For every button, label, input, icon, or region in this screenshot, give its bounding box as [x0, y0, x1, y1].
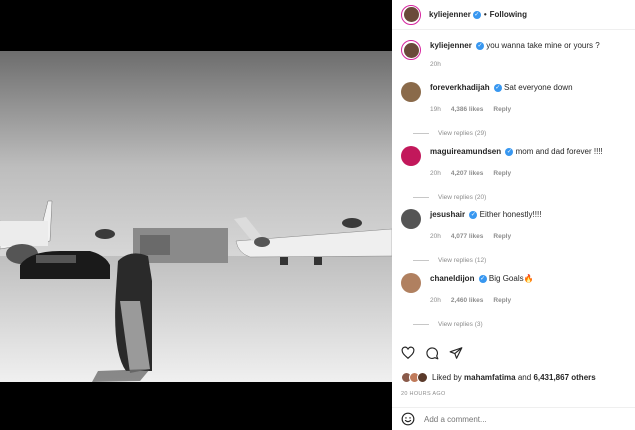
likes-summary: Liked by mahamfatima and 6,431,867 other… — [401, 372, 596, 383]
caption: kyliejenner ✓ you wanna take mine or you… — [401, 40, 629, 70]
verified-icon: ✓ — [472, 10, 481, 19]
commenter-avatar[interactable] — [401, 209, 421, 229]
view-replies-button[interactable]: View replies (29) — [413, 130, 629, 137]
comment-meta: 19h 4,386 likes Reply — [430, 104, 573, 115]
verified-icon: ✓ — [478, 274, 487, 283]
replies-divider — [413, 260, 429, 261]
post-modal: kyliejenner ✓ • Following kyliejenner ✓ … — [0, 0, 635, 430]
comment-likes[interactable]: 2,460 likes — [451, 295, 484, 306]
caption-time[interactable]: 20h — [430, 59, 441, 70]
separator-dot: • — [483, 10, 487, 19]
likes-count[interactable]: 6,431,867 others — [533, 373, 595, 382]
avatar-image — [403, 42, 419, 58]
comment-likes[interactable]: 4,207 likes — [451, 168, 484, 179]
add-comment-bar — [392, 407, 635, 430]
post-image — [0, 51, 392, 382]
post-photo[interactable] — [0, 51, 392, 382]
commenter-avatar[interactable] — [401, 82, 421, 102]
comment-text: Either honestly!!!! — [479, 210, 542, 219]
commenter-username[interactable]: chaneldijon — [430, 274, 474, 283]
comment-time[interactable]: 20h — [430, 295, 441, 306]
view-replies-label: View replies (20) — [438, 194, 487, 201]
replies-divider — [413, 324, 429, 325]
view-replies-button[interactable]: View replies (3) — [413, 321, 629, 328]
comment-meta: 20h 4,207 likes Reply — [430, 168, 603, 179]
post-media — [0, 0, 392, 430]
liker-avatar — [417, 372, 428, 383]
replies-divider — [413, 133, 429, 134]
commenter-avatar[interactable] — [401, 146, 421, 166]
comment-meta: 20h 4,077 likes Reply — [430, 231, 541, 242]
comment-time[interactable]: 20h — [430, 231, 441, 242]
comments-list[interactable]: kyliejenner ✓ you wanna take mine or you… — [392, 30, 635, 340]
comment-likes[interactable]: 4,386 likes — [451, 104, 484, 115]
verified-icon: ✓ — [493, 83, 502, 92]
liker-username[interactable]: mahamfatima — [464, 373, 516, 382]
emoji-icon[interactable] — [401, 412, 415, 426]
comment-item: maguireamundsen ✓ mom and dad forever !!… — [401, 146, 629, 201]
reply-button[interactable]: Reply — [493, 168, 511, 179]
comment-text: Big Goals🔥 — [488, 274, 534, 283]
comment-icon[interactable] — [425, 346, 439, 360]
comment-time[interactable]: 20h — [430, 168, 441, 179]
share-icon[interactable] — [449, 346, 463, 360]
replies-divider — [413, 197, 429, 198]
view-replies-button[interactable]: View replies (12) — [413, 257, 629, 264]
comment-likes[interactable]: 4,077 likes — [451, 231, 484, 242]
commenter-username[interactable]: jesushair — [430, 210, 465, 219]
liked-by-prefix: Liked by — [432, 373, 462, 382]
comment-text: Sat everyone down — [504, 83, 573, 92]
comment-item: chaneldijon ✓ Big Goals🔥 20h 2,460 likes… — [401, 273, 629, 328]
header-user: kyliejenner ✓ • Following — [429, 10, 527, 19]
caption-avatar[interactable] — [401, 40, 421, 60]
following-button[interactable]: Following — [490, 10, 527, 19]
commenter-username[interactable]: foreverkhadijah — [430, 83, 490, 92]
reply-button[interactable]: Reply — [493, 231, 511, 242]
avatar-image — [403, 7, 419, 22]
heart-icon[interactable] — [401, 346, 415, 360]
commenter-username[interactable]: maguireamundsen — [430, 147, 501, 156]
caption-username[interactable]: kyliejenner — [430, 41, 472, 50]
comment-item: jesushair ✓ Either honestly!!!! 20h 4,07… — [401, 209, 629, 264]
verified-icon: ✓ — [505, 147, 514, 156]
reply-button[interactable]: Reply — [493, 104, 511, 115]
post-sidebar: kyliejenner ✓ • Following kyliejenner ✓ … — [392, 0, 635, 430]
caption-meta: 20h — [430, 59, 600, 70]
post-header: kyliejenner ✓ • Following — [392, 0, 635, 30]
caption-text: you wanna take mine or yours ? — [486, 41, 600, 50]
comment-time[interactable]: 19h — [430, 104, 441, 115]
verified-icon: ✓ — [476, 41, 485, 50]
avatar[interactable] — [401, 4, 421, 25]
view-replies-label: View replies (3) — [438, 321, 483, 328]
view-replies-label: View replies (12) — [438, 257, 487, 264]
likes-conj: and — [517, 373, 532, 382]
likes-text: Liked by mahamfatima and 6,431,867 other… — [432, 373, 596, 382]
verified-icon: ✓ — [469, 210, 478, 219]
action-bar — [401, 346, 463, 360]
reply-button[interactable]: Reply — [493, 295, 511, 306]
comment-text: mom and dad forever !!!! — [515, 147, 603, 156]
comment-item: foreverkhadijah ✓ Sat everyone down 19h … — [401, 82, 629, 137]
view-replies-button[interactable]: View replies (20) — [413, 194, 629, 201]
commenter-avatar[interactable] — [401, 273, 421, 293]
comment-meta: 20h 2,460 likes Reply — [430, 295, 534, 306]
author-username[interactable]: kyliejenner — [429, 10, 471, 19]
comment-input[interactable] — [424, 414, 604, 424]
view-replies-label: View replies (29) — [438, 130, 487, 137]
post-timestamp[interactable]: 20 HOURS AGO — [401, 391, 446, 397]
